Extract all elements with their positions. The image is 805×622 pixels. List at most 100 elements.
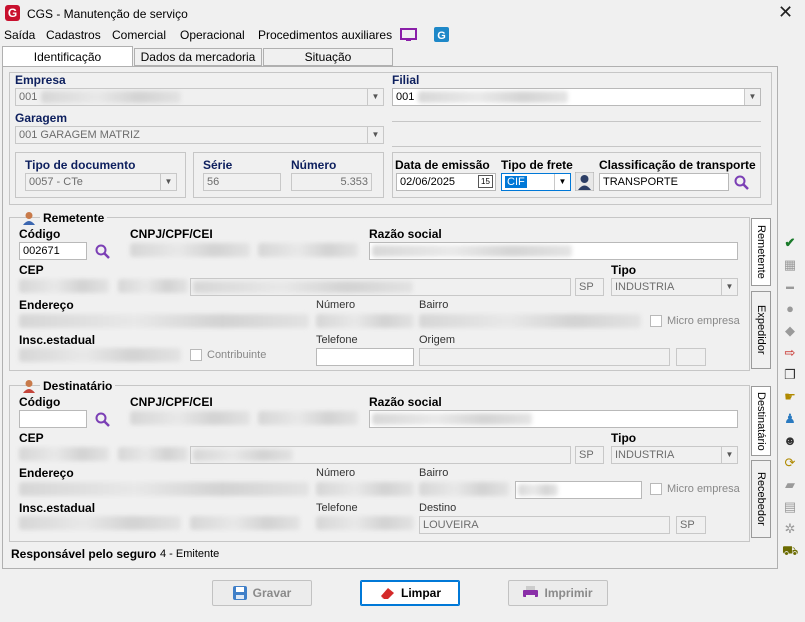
menu-saida[interactable]: Saída [4, 28, 35, 42]
ciot-icon[interactable]: ▬ [782, 280, 798, 294]
remetente-bairro-field[interactable] [419, 314, 641, 328]
tab-identificacao[interactable]: Identificação [2, 46, 133, 67]
destinatario-micro-empresa-label: Micro empresa [667, 483, 740, 495]
divider [392, 121, 761, 122]
destinatario-razao-label: Razão social [369, 395, 442, 409]
circle-icon[interactable]: ● [782, 302, 798, 316]
remetente-ie-label: Insc.estadual [19, 333, 96, 347]
destinatario-complemento-field[interactable] [515, 481, 642, 499]
destinatario-destino-uf-field: SP [676, 516, 706, 534]
monitor-icon[interactable] [400, 28, 417, 42]
truck-icon[interactable]: ⛟ [782, 544, 798, 558]
copy-icon[interactable]: ❐ [782, 368, 798, 382]
remetente-contribuinte-label: Contribuinte [207, 349, 267, 361]
destinatario-bairro-field[interactable] [419, 482, 509, 496]
destinatario-tipo-select[interactable]: INDUSTRIA ▼ [611, 446, 738, 464]
menu-operacional[interactable]: Operacional [180, 28, 245, 42]
book-icon[interactable]: ▤ [782, 500, 798, 514]
remetente-cnpj-field[interactable] [130, 243, 250, 257]
person-edit-icon[interactable]: ☻ [782, 434, 798, 448]
vehicle-icon[interactable]: ▰ [782, 478, 798, 492]
gravar-button[interactable]: Gravar [212, 580, 312, 606]
destinatario-destino-field: LOUVEIRA [419, 516, 670, 534]
side-tab-destinatario[interactable]: Destinatário [751, 386, 771, 456]
chevron-down-icon: ▼ [367, 127, 383, 143]
hand-icon[interactable]: ☛ [782, 390, 798, 404]
menu-comercial[interactable]: Comercial [112, 28, 166, 42]
users-icon[interactable]: ♟ [782, 412, 798, 426]
remetente-endereco-field[interactable] [19, 314, 309, 328]
eraser-icon [380, 588, 394, 599]
close-icon[interactable]: ✕ [778, 2, 793, 23]
destinatario-ie-field[interactable] [19, 516, 181, 530]
printer-icon [523, 586, 539, 600]
garagem-select[interactable]: 001 GARAGEM MATRIZ ▼ [15, 126, 384, 144]
grid-icon[interactable]: ▦ [782, 258, 798, 272]
cgs-app-icon[interactable]: G [434, 27, 449, 42]
imprimir-button[interactable]: Imprimir [508, 580, 608, 606]
chevron-down-icon: ▼ [721, 279, 737, 295]
side-tab-recebedor[interactable]: Recebedor [751, 460, 771, 538]
settings-icon[interactable]: ✲ [782, 522, 798, 536]
classificacao-label: Classificação de transporte [599, 158, 756, 172]
destinatario-uf-field: SP [575, 446, 604, 464]
remetente-uf-field: SP [575, 278, 604, 296]
filial-select[interactable]: 001 ▼ [392, 88, 761, 106]
destinatario-endereco-field[interactable] [19, 482, 309, 496]
tab-dados-mercadoria[interactable]: Dados da mercadoria [134, 48, 262, 66]
remetente-cidade-field [190, 278, 571, 296]
remetente-numero-field[interactable] [316, 314, 414, 328]
remetente-numero-label: Número [316, 299, 356, 311]
destinatario-cnpj-extra [258, 411, 358, 425]
remetente-micro-empresa-checkbox[interactable] [650, 315, 662, 327]
destinatario-cep-field[interactable] [19, 447, 109, 461]
destinatario-title: Destinatário [40, 379, 116, 393]
tipo-documento-select[interactable]: 0057 - CTe ▼ [25, 173, 177, 191]
chevron-down-icon: ▼ [367, 89, 383, 105]
remetente-ie-field[interactable] [19, 348, 181, 362]
destinatario-cnpj-field[interactable] [130, 411, 250, 425]
remetente-origem-uf-field [676, 348, 706, 366]
serie-field[interactable]: 56 [203, 173, 281, 191]
remetente-cnpj-extra [258, 243, 358, 257]
remetente-razao-field[interactable] [369, 242, 738, 260]
search-icon[interactable] [95, 244, 111, 260]
destinatario-micro-empresa-checkbox[interactable] [650, 483, 662, 495]
destinatario-codigo-field[interactable] [19, 410, 87, 428]
refresh-icon[interactable]: ⟳ [782, 456, 798, 470]
gravar-label: Gravar [252, 586, 292, 600]
destinatario-contribuinte-field [190, 516, 300, 530]
destinatario-numero-label: Número [316, 467, 356, 479]
remetente-contribuinte-checkbox[interactable] [190, 349, 202, 361]
menu-procedimentos-auxiliares[interactable]: Procedimentos auxiliares [258, 28, 392, 42]
side-tab-expedidor[interactable]: Expedidor [751, 291, 771, 369]
classificacao-field[interactable]: TRANSPORTE [599, 173, 729, 191]
remetente-tipo-select[interactable]: INDUSTRIA ▼ [611, 278, 738, 296]
empresa-select[interactable]: 001 ▼ [15, 88, 384, 106]
remetente-codigo-field[interactable]: 002671 [19, 242, 87, 260]
numero-field[interactable]: 5.353 [291, 173, 372, 191]
side-tab-remetente[interactable]: Remetente [751, 218, 771, 286]
check-icon[interactable]: ✔ [782, 236, 798, 250]
remetente-busca-button[interactable] [118, 279, 188, 293]
garagem-label: Garagem [15, 111, 68, 125]
destinatario-busca-button[interactable] [118, 447, 188, 461]
destinatario-telefone-field[interactable] [316, 516, 414, 530]
destinatario-razao-field[interactable] [369, 410, 738, 428]
destinatario-ie-label: Insc.estadual [19, 501, 96, 515]
tag-icon[interactable]: ◆ [782, 324, 798, 338]
export-icon[interactable]: ⇨ [782, 346, 798, 360]
limpar-label: Limpar [400, 586, 441, 600]
limpar-button[interactable]: Limpar [360, 580, 460, 606]
tab-situacao[interactable]: Situação [263, 48, 393, 66]
data-emissao-field[interactable]: 02/06/2025 15 [396, 173, 496, 191]
search-icon[interactable] [734, 175, 750, 191]
destinatario-numero-field[interactable] [316, 482, 414, 496]
search-icon[interactable] [95, 412, 111, 428]
driver-person-icon[interactable] [575, 172, 594, 191]
calendar-icon[interactable]: 15 [478, 175, 493, 188]
remetente-telefone-field[interactable] [316, 348, 414, 366]
tipo-frete-select[interactable]: CIF ▼ [501, 173, 571, 191]
menu-cadastros[interactable]: Cadastros [46, 28, 101, 42]
remetente-cep-field[interactable] [19, 279, 109, 293]
